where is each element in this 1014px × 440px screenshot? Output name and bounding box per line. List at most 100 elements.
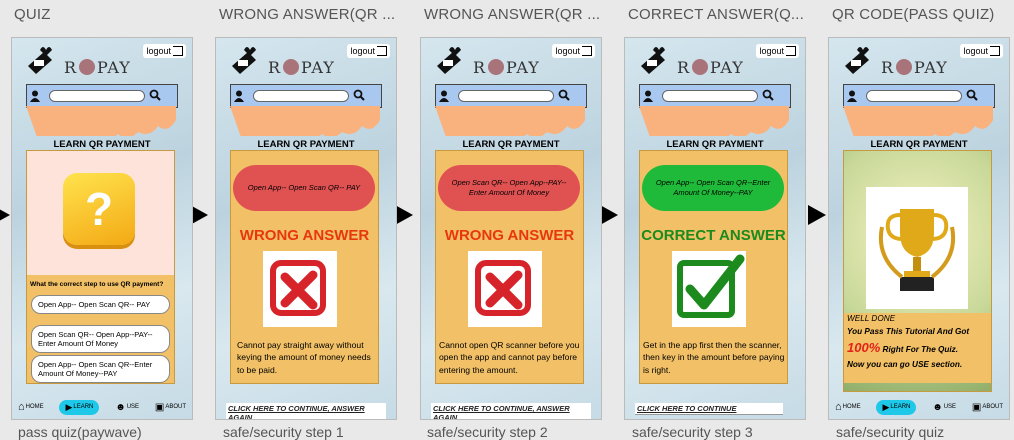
frame-title-pass: QR CODE(PASS QUIZ) — [832, 6, 995, 23]
pass-line-1: You Pass This Tutorial And Got — [847, 326, 970, 336]
continue-link[interactable]: CLICK HERE TO CONTINUE — [635, 403, 783, 415]
logo-mark-icon — [437, 47, 461, 74]
id-card-icon: ▣ — [971, 401, 982, 413]
cloud-banner — [639, 106, 789, 136]
logout-icon — [377, 46, 387, 56]
search-icon[interactable] — [353, 89, 365, 101]
search-input[interactable] — [662, 90, 758, 102]
search-icon[interactable] — [966, 89, 978, 101]
flow-arrow-icon — [600, 205, 618, 225]
frame-title-wrong-2: WRONG ANSWER(QR ... — [424, 6, 601, 23]
trophy-icon — [866, 187, 968, 309]
logo-coin-icon — [692, 58, 709, 75]
result-explanation: Cannot pay straight away without keying … — [237, 340, 371, 375]
question-strip: What the correct step to use QR payment?… — [27, 275, 174, 383]
flow-arrow-icon — [808, 205, 826, 225]
logout-button[interactable]: logout — [143, 44, 186, 58]
search-input[interactable] — [49, 90, 145, 102]
frame-title-quiz: QUIZ — [14, 6, 51, 23]
logout-icon — [990, 46, 1000, 56]
continue-link[interactable]: CLICK HERE TO CONTINUE, ANSWER AGAIN — [431, 403, 591, 419]
section-title: LEARN QR PAYMENT — [666, 139, 764, 150]
user-icon: ☻ — [115, 401, 126, 413]
pass-message: WELL DONE You Pass This Tutorial And Got… — [844, 313, 991, 383]
id-card-icon: ▣ — [154, 401, 165, 413]
quiz-option-1[interactable]: Open App-- Open Scan QR-- PAY — [31, 295, 170, 314]
screen-wrong-2: R PAY logout LEARN QR PAYMENT Open Scan Q… — [420, 37, 602, 420]
question-mark-illustration: ? — [63, 173, 135, 245]
logo-mark-icon — [28, 47, 52, 74]
search-bar — [639, 84, 791, 108]
frame-title-wrong-1: WRONG ANSWER(QR ... — [219, 6, 396, 23]
logout-icon — [786, 46, 796, 56]
result-title: WRONG ANSWER — [239, 227, 370, 244]
user-icon: ☻ — [932, 401, 943, 413]
bottom-nav: ⌂ HOME ▶ LEARN ☻ USE ▣ ABOUT — [18, 398, 186, 416]
user-icon[interactable] — [234, 90, 246, 102]
app-logo: R PAY — [433, 44, 553, 78]
nav-learn[interactable]: ▶ LEARN — [59, 399, 100, 415]
search-icon[interactable] — [149, 89, 161, 101]
logout-icon — [582, 46, 592, 56]
section-title: LEARN QR PAYMENT — [257, 139, 355, 150]
result-card: Open App-- Open Scan QR--Enter Amount Of… — [639, 150, 788, 384]
logo-mark-icon — [845, 47, 869, 74]
search-bar — [230, 84, 382, 108]
check-mark-icon — [672, 251, 746, 327]
section-title: LEARN QR PAYMENT — [870, 139, 968, 150]
screen-quiz: R PAY logout LEARN QR PAYMENT ? What the … — [11, 37, 193, 420]
continue-link[interactable]: CLICK HERE TO CONTINUE, ANSWER AGAIN — [226, 403, 386, 419]
logout-button[interactable]: logout — [552, 44, 595, 58]
search-bar — [435, 84, 587, 108]
quiz-option-3[interactable]: Open App-- Open Scan QR--Enter Amount Of… — [31, 355, 170, 383]
user-icon[interactable] — [439, 90, 451, 102]
logout-button[interactable]: logout — [960, 44, 1003, 58]
pass-line-2: 100% Right For The Quiz. — [847, 340, 959, 356]
user-icon[interactable] — [847, 90, 859, 102]
nav-about[interactable]: ▣ ABOUT — [155, 402, 186, 413]
cloud-banner — [843, 106, 993, 136]
nav-about[interactable]: ▣ ABOUT — [972, 402, 1003, 413]
bottom-nav: ⌂ HOME ▶ LEARN ☻ USE ▣ ABOUT — [835, 398, 1003, 416]
selected-answer-pill: Open App-- Open Scan QR--Enter Amount Of… — [642, 165, 784, 211]
nav-home[interactable]: ⌂ HOME — [18, 401, 44, 413]
logo-coin-icon — [896, 58, 913, 75]
cloud-banner — [26, 106, 176, 136]
selected-answer-pill: Open Scan QR-- Open App--PAY--Enter Amou… — [438, 165, 580, 211]
result-explanation: Cannot open QR scanner before you open t… — [439, 340, 580, 375]
quiz-question: What the correct step to use QR payment? — [30, 281, 164, 288]
result-title: WRONG ANSWER — [444, 227, 575, 244]
quiz-option-2[interactable]: Open Scan QR-- Open App--PAY--Enter Amou… — [31, 325, 170, 353]
logo-coin-icon — [79, 58, 96, 75]
screen-correct: R PAY logout LEARN QR PAYMENT Open App-- … — [624, 37, 806, 420]
nav-use[interactable]: ☻ USE — [115, 402, 139, 413]
result-title: CORRECT ANSWER — [641, 227, 786, 244]
logo-coin-icon — [283, 58, 300, 75]
logout-button[interactable]: logout — [756, 44, 799, 58]
search-icon[interactable] — [558, 89, 570, 101]
search-input[interactable] — [253, 90, 349, 102]
search-input[interactable] — [458, 90, 554, 102]
search-icon[interactable] — [762, 89, 774, 101]
pass-percent: 100% — [847, 340, 881, 356]
flow-arrow-icon — [0, 205, 10, 225]
result-card: Open Scan QR-- Open App--PAY--Enter Amou… — [435, 150, 584, 384]
nav-home[interactable]: ⌂ HOME — [835, 401, 861, 413]
user-icon[interactable] — [30, 90, 42, 102]
frame-title-correct: CORRECT ANSWER(Q... — [628, 6, 805, 23]
nav-use[interactable]: ☻ USE — [932, 402, 956, 413]
search-input[interactable] — [866, 90, 962, 102]
home-icon: ⌂ — [18, 401, 25, 413]
quiz-card: ? What the correct step to use QR paymen… — [26, 150, 175, 384]
search-bar — [26, 84, 178, 108]
well-done-label: WELL DONE — [847, 314, 896, 323]
user-icon[interactable] — [643, 90, 655, 102]
result-card: Open App-- Open Scan QR-- PAY WRONG ANSW… — [230, 150, 379, 384]
logout-button[interactable]: logout — [347, 44, 390, 58]
wrong-mark-icon — [263, 251, 337, 327]
flow-arrow-icon — [395, 205, 413, 225]
nav-learn[interactable]: ▶ LEARN — [876, 399, 917, 415]
app-logo: R PAY — [637, 44, 757, 78]
cloud-banner — [435, 106, 585, 136]
play-icon: ▶ — [65, 401, 73, 412]
